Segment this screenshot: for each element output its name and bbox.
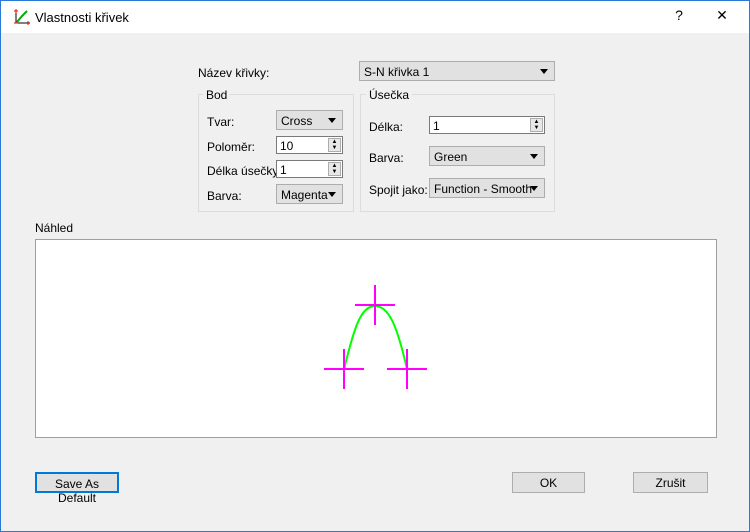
spin-arrows-icon[interactable]: ▲ ▼ (328, 162, 341, 176)
line-group-title: Úsečka (366, 88, 413, 102)
chevron-down-icon (540, 69, 548, 74)
curve-app-icon (14, 9, 30, 25)
spin-arrows-icon[interactable]: ▲ ▼ (530, 118, 543, 132)
ok-button[interactable]: OK (512, 472, 585, 493)
line-color-combo[interactable]: Green (429, 146, 545, 166)
chevron-down-icon (530, 186, 538, 191)
shape-value: Cross (281, 114, 313, 128)
dialog-window: Vlastnosti křivek ? ✕ Název křivky: S-N … (0, 0, 750, 532)
save-as-default-button[interactable]: Save As Default (35, 472, 119, 505)
help-button[interactable]: ? (667, 7, 691, 23)
line-length-value: 1 (433, 119, 440, 133)
point-color-combo[interactable]: Magenta (276, 184, 343, 204)
radius-value: 10 (280, 139, 294, 153)
close-button[interactable]: ✕ (710, 7, 734, 24)
window-title: Vlastnosti křivek (35, 10, 129, 25)
curve-name-combo[interactable]: S-N křivka 1 (359, 61, 555, 81)
title-bar: Vlastnosti křivek ? ✕ (1, 1, 749, 33)
line-color-label: Barva: (369, 151, 404, 165)
line-color-value: Green (434, 150, 468, 164)
preview-label: Náhled (35, 221, 74, 235)
cancel-button[interactable]: Zrušit (633, 472, 708, 493)
radius-spinbox[interactable]: 10 ▲ ▼ (276, 136, 343, 154)
spin-arrows-icon[interactable]: ▲ ▼ (328, 138, 341, 152)
point-color-label: Barva: (207, 189, 242, 203)
preview-canvas (35, 239, 717, 438)
point-color-value: Magenta (281, 188, 328, 202)
chevron-down-icon (328, 118, 336, 123)
cross-marker (387, 349, 427, 389)
shape-label: Tvar: (207, 115, 235, 129)
curve-name-value: S-N křivka 1 (364, 65, 430, 79)
chevron-down-icon (328, 192, 336, 197)
segment-length-value: 1 (280, 163, 287, 177)
connect-value: Function - Smooth (434, 182, 533, 196)
line-length-spinbox[interactable]: 1 ▲ ▼ (429, 116, 545, 134)
segment-length-label: Délka úsečky (207, 164, 279, 178)
preview-svg (324, 285, 427, 389)
connect-combo[interactable]: Function - Smooth (429, 178, 545, 198)
line-length-label: Délka: (369, 120, 404, 134)
connect-label: Spojit jako: (369, 183, 428, 197)
curve-name-label: Název křivky: (198, 66, 270, 80)
cross-marker (324, 349, 364, 389)
chevron-down-icon (530, 154, 538, 159)
radius-label: Poloměr: (207, 140, 256, 154)
shape-combo[interactable]: Cross (276, 110, 343, 130)
segment-length-spinbox[interactable]: 1 ▲ ▼ (276, 160, 343, 178)
point-group-title: Bod (203, 88, 231, 102)
cross-marker (355, 285, 395, 325)
